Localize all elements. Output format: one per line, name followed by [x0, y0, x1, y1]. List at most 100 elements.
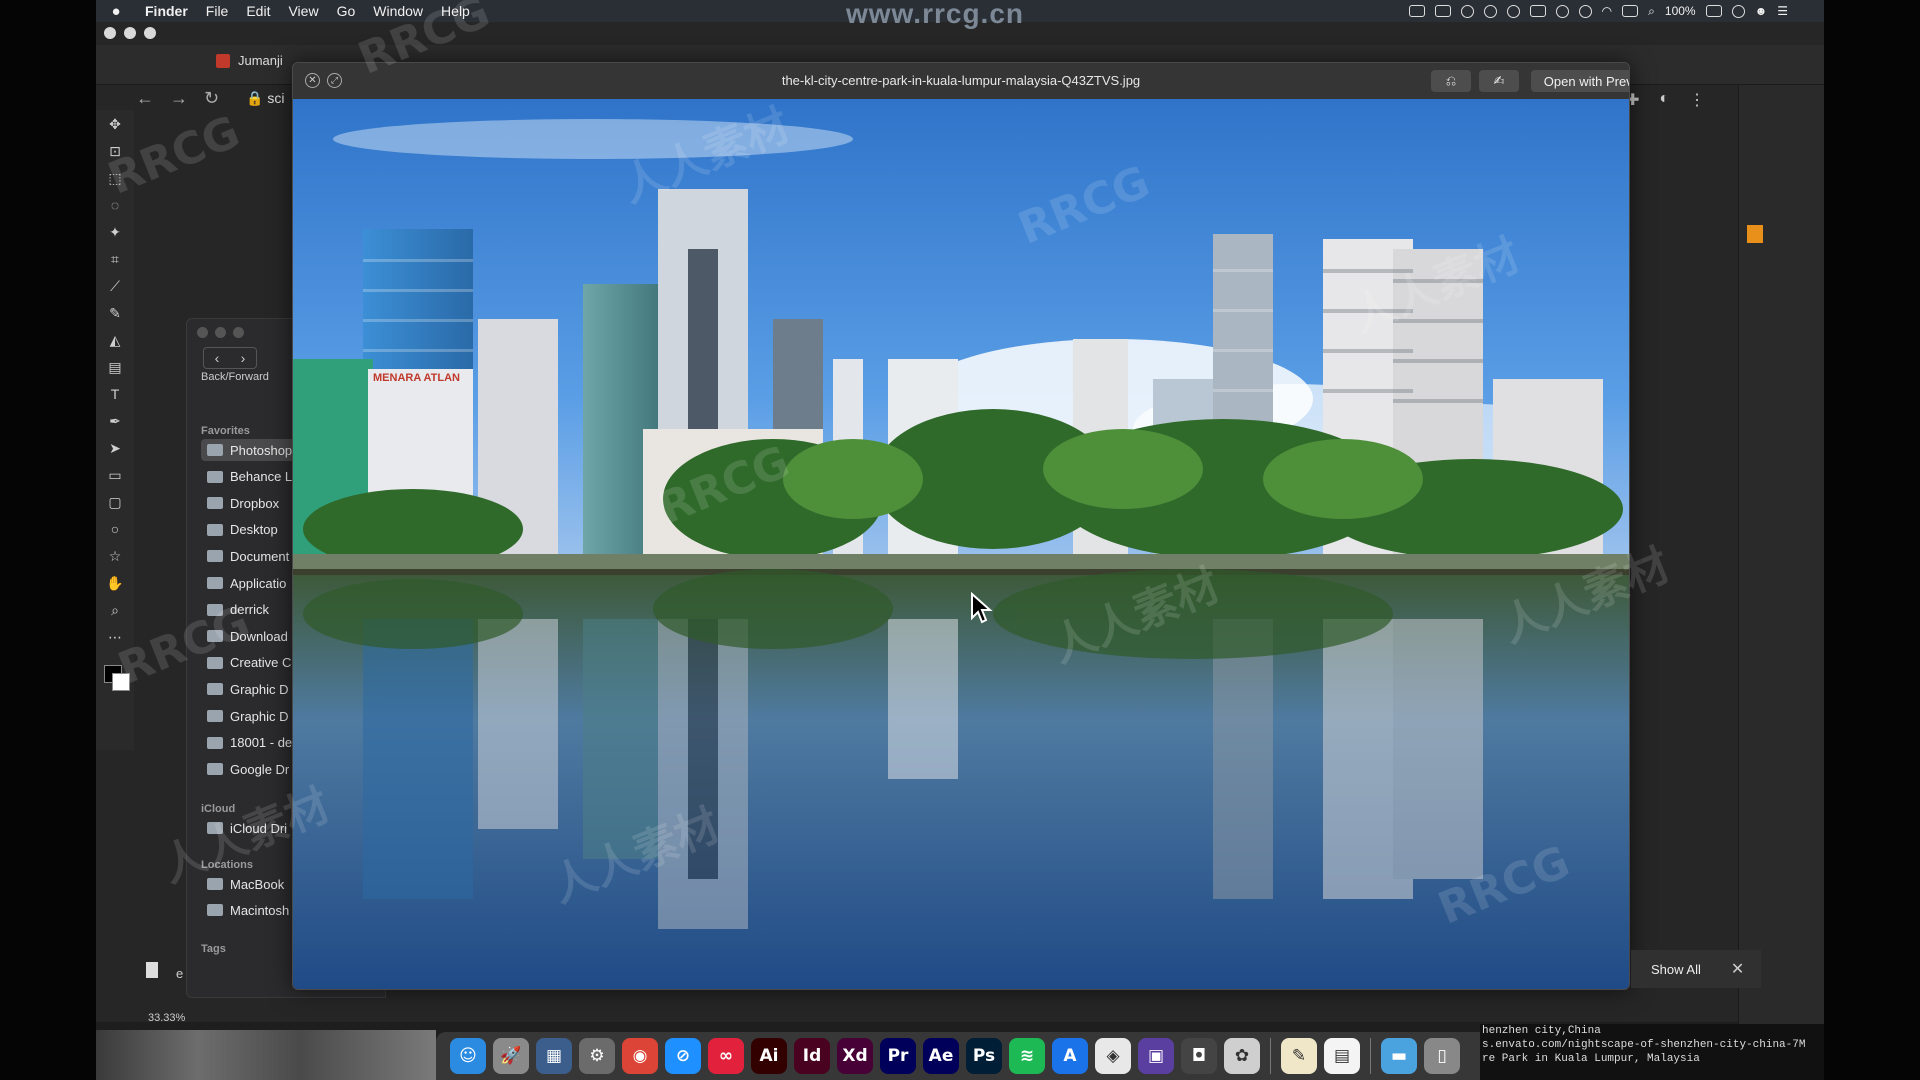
right-panels [1738, 85, 1824, 1025]
sidebar-item-label: derrick [230, 602, 270, 618]
background-color[interactable] [112, 673, 130, 691]
zoom-level: 33.33% [148, 1012, 186, 1024]
sidebar-item-label: Applicatio [230, 575, 287, 591]
menu-view[interactable]: View [279, 3, 327, 19]
bluetooth-icon[interactable] [1578, 4, 1592, 18]
screen-record-icon[interactable] [1529, 5, 1546, 17]
dock-safari-icon[interactable]: ⊘ [665, 1038, 701, 1074]
display-icon[interactable] [1622, 5, 1639, 17]
close-icon[interactable]: ✕ [1731, 959, 1744, 979]
move-tool-icon[interactable]: ✥ [106, 114, 124, 134]
hand-tool-icon[interactable]: ✋ [106, 573, 124, 593]
ellipse-tool-icon[interactable]: ○ [106, 519, 124, 539]
dock-spotify-icon[interactable]: ≋ [1009, 1038, 1045, 1074]
forward-chevron-icon[interactable]: › [230, 348, 256, 368]
battery-icon[interactable] [1705, 5, 1722, 17]
dock-xd-icon[interactable]: Xd [837, 1038, 873, 1074]
forward-arrow-icon[interactable]: → [170, 88, 188, 109]
menu-file[interactable]: File [197, 3, 238, 19]
menu-finder[interactable]: Finder [136, 3, 197, 19]
color-swatches[interactable] [104, 665, 132, 693]
menu-edit[interactable]: Edit [237, 3, 279, 19]
markup-icon[interactable]: ✍ [1479, 70, 1519, 92]
wd-drive-icon[interactable] [1434, 5, 1451, 17]
dock-screen-tool-icon[interactable]: ▣ [1138, 1038, 1174, 1074]
keyboard-icon[interactable] [1408, 5, 1425, 17]
pen-tool-icon[interactable]: ✒ [106, 411, 124, 431]
type-tool-icon[interactable]: T [106, 384, 124, 404]
reload-icon[interactable]: ↻ [204, 88, 219, 109]
crop-tool-icon[interactable]: ⌗ [106, 249, 124, 269]
user-icon[interactable]: ☻ [1755, 4, 1768, 18]
terminal-line: s.envato.com/nightscape-of-shenzhen-city… [1482, 1039, 1806, 1051]
lasso-tool-icon[interactable]: ◌ [106, 195, 124, 215]
dock-creative-cloud-icon[interactable]: ∞ [708, 1038, 744, 1074]
dock-system-preferences-icon[interactable]: ⚙ [579, 1038, 615, 1074]
dock-textedit-icon[interactable]: ✎ [1281, 1038, 1317, 1074]
siri-icon[interactable] [1731, 4, 1745, 18]
close-dot[interactable] [104, 27, 116, 39]
rotate-icon[interactable]: ⎌ [1431, 70, 1471, 92]
address-bar[interactable]: 🔒 sci [246, 90, 284, 107]
cloud-icon [207, 822, 223, 834]
finder-close-dot[interactable] [197, 327, 208, 338]
back-chevron-icon[interactable]: ‹ [204, 348, 230, 368]
browser-tab[interactable]: Jumanji [216, 53, 283, 68]
menu-bar: ● Finder File Edit View Go Window Help w… [96, 0, 1824, 28]
dock-app-store-icon[interactable]: A [1052, 1038, 1088, 1074]
favorites-heading: Favorites [201, 425, 250, 437]
spotlight-icon[interactable]: ⌕ [1648, 4, 1655, 19]
zoom-tool-icon[interactable]: ⌕ [106, 600, 124, 620]
marquee-tool-icon[interactable]: ⬚ [106, 168, 124, 188]
dropbox-icon[interactable] [1483, 4, 1497, 18]
dock-mission-control-icon[interactable]: ▦ [536, 1038, 572, 1074]
wifi-icon[interactable]: ◠ [1602, 4, 1612, 18]
dock-illustrator-icon[interactable]: Ai [751, 1038, 787, 1074]
dock-cassette-app-icon[interactable]: ◘ [1181, 1038, 1217, 1074]
rectangle-tool-icon[interactable]: ▭ [106, 465, 124, 485]
menu-help[interactable]: Help [432, 3, 479, 19]
profile-icon[interactable]: ◐ [1659, 90, 1669, 110]
eyedropper-icon[interactable]: ⟋ [106, 276, 124, 296]
finder-zoom-dot[interactable] [233, 327, 244, 338]
dock-chrome-icon[interactable]: ◉ [622, 1038, 658, 1074]
orange-swatch[interactable] [1747, 225, 1763, 243]
selection-arrow-icon[interactable]: ➤ [106, 438, 124, 458]
dock-after-effects-icon[interactable]: Ae [923, 1038, 959, 1074]
dock-preview-icon[interactable]: ▤ [1324, 1038, 1360, 1074]
dock-premiere-icon[interactable]: Pr [880, 1038, 916, 1074]
magic-wand-icon[interactable]: ✦ [106, 222, 124, 242]
status-menus: ◠ ⌕ 100% ☻ ☰ [1408, 0, 1788, 22]
zoom-dot[interactable] [144, 27, 156, 39]
dock-shield-app-icon[interactable]: ◈ [1095, 1038, 1131, 1074]
more-menu-icon[interactable]: ⋮ [1689, 90, 1705, 110]
creative-cloud-icon[interactable] [1460, 4, 1474, 18]
gradient-tool-icon[interactable]: ▤ [106, 357, 124, 377]
finder-min-dot[interactable] [215, 327, 226, 338]
finder-window-controls [197, 327, 244, 338]
show-all-button[interactable]: Show All [1651, 962, 1701, 977]
apple-menu-icon[interactable]: ● [96, 3, 136, 20]
url-text: sci [267, 90, 285, 106]
eraser-tool-icon[interactable]: ◭ [106, 330, 124, 350]
more-tools-icon[interactable]: ⋯ [106, 627, 124, 647]
artboard-tool-icon[interactable]: ⊡ [106, 141, 124, 161]
dock-indesign-icon[interactable]: Id [794, 1038, 830, 1074]
shape-tool-icon[interactable]: ☆ [106, 546, 124, 566]
dock-launchpad-icon[interactable]: 🚀 [493, 1038, 529, 1074]
dock-photoshop-icon[interactable]: Ps [966, 1038, 1002, 1074]
dock-trash-icon[interactable]: ▯ [1424, 1038, 1460, 1074]
menu-go[interactable]: Go [328, 3, 365, 19]
open-with-preview-button[interactable]: Open with Preview [1531, 70, 1629, 92]
dock-finder-icon[interactable]: ☺ [450, 1038, 486, 1074]
timer-icon[interactable] [1506, 4, 1520, 18]
time-machine-icon[interactable] [1555, 4, 1569, 18]
menu-window[interactable]: Window [364, 3, 432, 19]
notification-center-icon[interactable]: ☰ [1777, 4, 1788, 18]
minimize-dot[interactable] [124, 27, 136, 39]
rounded-rect-icon[interactable]: ▢ [106, 492, 124, 512]
brush-tool-icon[interactable]: ✎ [106, 303, 124, 323]
dock-color-app-icon[interactable]: ✿ [1224, 1038, 1260, 1074]
dock-folder-icon[interactable]: ▬ [1381, 1038, 1417, 1074]
back-arrow-icon[interactable]: ← [136, 88, 154, 109]
